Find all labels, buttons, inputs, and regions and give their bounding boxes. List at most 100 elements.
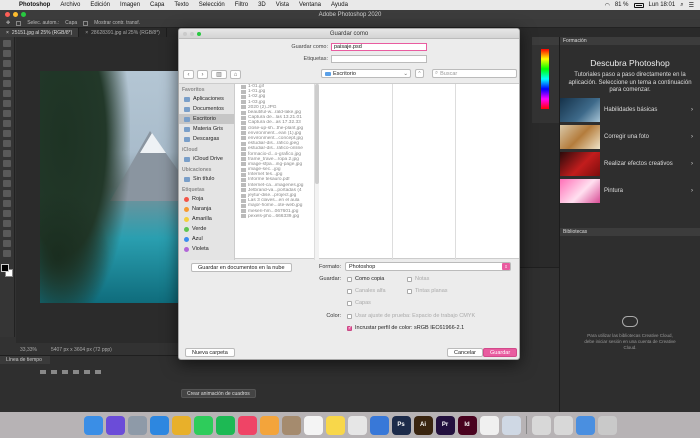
location-select[interactable]: Escritorio ⌄ [321, 69, 411, 78]
option-embed-profile[interactable]: Incrustar perfil de color: sRGB IEC61966… [347, 325, 464, 331]
sidebar-item-documentos[interactable]: Documentos [179, 104, 234, 114]
move-tool-icon[interactable]: ✥ [6, 20, 10, 26]
dock-siri-icon[interactable] [105, 415, 125, 435]
settings-icon[interactable] [95, 370, 101, 374]
cancel-button[interactable]: Cancelar [447, 348, 484, 357]
search-field[interactable]: ⌕ Buscar [432, 69, 517, 78]
close-icon[interactable]: × [6, 30, 9, 36]
hue-spectrum[interactable] [541, 49, 549, 109]
dock-safari-icon[interactable] [149, 415, 169, 435]
menu-app[interactable]: Photoshop [14, 2, 55, 8]
menu-edicion[interactable]: Edición [85, 2, 115, 8]
menu-seleccion[interactable]: Selección [194, 2, 230, 8]
save-to-cloud-button[interactable]: Guardar en documentos en la nube [191, 263, 292, 272]
create-frame-animation-button[interactable]: Crear animación de cuadros [181, 389, 256, 398]
menu-imagen[interactable]: Imagen [115, 2, 145, 8]
forward-button[interactable]: › [197, 70, 208, 79]
doc-tab-1[interactable]: × 25151.jpg al 25% (RGB/8*) [0, 28, 80, 37]
dock-textedit-icon[interactable] [479, 415, 499, 435]
sidebar-item-escritorio[interactable]: Escritorio [179, 114, 234, 124]
menu-texto[interactable]: Texto [169, 2, 193, 8]
sidebar-tag-amarilla[interactable]: Amarilla [179, 214, 234, 224]
marquee-tool-icon[interactable] [3, 50, 11, 57]
sidebar-tag-verde[interactable]: Verde [179, 224, 234, 234]
auto-select-checkbox[interactable] [16, 20, 22, 26]
checkbox[interactable] [347, 276, 352, 282]
wifi-icon[interactable]: ◠ [605, 2, 610, 9]
foreground-color-swatch[interactable] [1, 264, 9, 272]
hand-tool-icon[interactable] [3, 230, 11, 237]
dock-whatsapp-icon[interactable] [193, 415, 213, 435]
control-center-icon[interactable]: ☰ [689, 2, 694, 9]
filename-input[interactable]: paisaje.psd [331, 43, 427, 51]
lasso-tool-icon[interactable] [3, 60, 11, 67]
shape-tool-icon[interactable] [3, 220, 11, 227]
libraries-tab[interactable]: Bibliotecas [560, 228, 700, 236]
blur-tool-icon[interactable] [3, 170, 11, 177]
file-item[interactable]: pexels-pho...666339.jpg [238, 214, 314, 219]
sidebar-item-materia-gris[interactable]: Materia Gris [179, 124, 234, 134]
sidebar-item-descargas[interactable]: Descargas [179, 134, 234, 144]
learn-card-painting[interactable]: Pintura › [560, 179, 699, 203]
dock-reminders-icon[interactable] [347, 415, 367, 435]
dock-premiere-icon[interactable]: Pr [435, 415, 455, 435]
eraser-tool-icon[interactable] [3, 150, 11, 157]
move-tool-icon[interactable] [3, 40, 11, 47]
first-frame-icon[interactable] [40, 370, 46, 374]
learn-card-fix-photo[interactable]: Corregir una foto › [560, 125, 699, 149]
type-tool-icon[interactable] [3, 200, 11, 207]
gradient-tool-icon[interactable] [3, 160, 11, 167]
color-panel-header[interactable] [532, 37, 559, 45]
timeline-title[interactable]: Línea de tiempo [0, 356, 50, 364]
sidebar-tag-azul[interactable]: Azul [179, 234, 234, 244]
zoom-level[interactable]: 33,33% [20, 347, 37, 354]
sidebar-tag-violeta[interactable]: Violeta [179, 244, 234, 254]
battery-icon[interactable] [633, 2, 644, 8]
landscape-photo[interactable] [40, 71, 186, 303]
transform-controls-checkbox[interactable] [83, 20, 89, 26]
clock[interactable]: Lun 18:01 [649, 2, 676, 8]
eyedropper-tool-icon[interactable] [3, 100, 11, 107]
collapse-button[interactable]: ⌃ [415, 69, 424, 78]
dodge-tool-icon[interactable] [3, 180, 11, 187]
view-mode-button[interactable]: ▥ [211, 70, 227, 79]
crop-tool-icon[interactable] [3, 80, 11, 87]
back-button[interactable]: ‹ [183, 70, 194, 79]
menu-vista[interactable]: Vista [271, 2, 294, 8]
sidebar-tag-roja[interactable]: Roja [179, 194, 234, 204]
menu-ayuda[interactable]: Ayuda [326, 2, 353, 8]
dock-keynote-icon[interactable] [369, 415, 389, 435]
option-as-copy[interactable]: Como copia [347, 276, 384, 282]
sidebar-item-icloud-drive[interactable]: iCloud Drive [179, 154, 234, 164]
new-folder-button[interactable]: Nueva carpeta [185, 348, 235, 357]
dock-notes-icon[interactable] [325, 415, 345, 435]
frame-tool-icon[interactable] [3, 90, 11, 97]
brush-tool-icon[interactable] [3, 120, 11, 127]
spotlight-icon[interactable]: ⌕ [680, 2, 683, 9]
save-button[interactable]: Guardar [483, 348, 518, 357]
audio-icon[interactable] [84, 370, 90, 374]
tags-input[interactable] [331, 55, 427, 63]
stamp-tool-icon[interactable] [3, 130, 11, 137]
play-icon[interactable] [62, 370, 68, 374]
group-button[interactable]: ⌂ [230, 70, 241, 79]
checkbox-checked[interactable] [347, 325, 352, 331]
dock-trash-icon[interactable] [597, 415, 617, 435]
dock-finder-icon[interactable] [83, 415, 103, 435]
learn-card-creative-effects[interactable]: Realizar efectos creativos › [560, 152, 699, 176]
sidebar-tag-naranja[interactable]: Naranja [179, 204, 234, 214]
dock-photos-icon[interactable] [259, 415, 279, 435]
dock-indesign-icon[interactable]: Id [457, 415, 477, 435]
learn-card-basic-skills[interactable]: Habilidades básicas › [560, 98, 699, 122]
prev-frame-icon[interactable] [51, 370, 57, 374]
dock-spotify-icon[interactable] [215, 415, 235, 435]
menu-capa[interactable]: Capa [145, 2, 169, 8]
dock-preview-icon[interactable] [501, 415, 521, 435]
dock-illustrator-icon[interactable]: Ai [413, 415, 433, 435]
file-scrollbar[interactable] [315, 84, 319, 260]
quick-select-tool-icon[interactable] [3, 70, 11, 77]
dock-launchpad-icon[interactable] [127, 415, 147, 435]
doc-info[interactable]: 5407 px x 3604 px (72 ppp) [51, 347, 112, 354]
dock-finder-doc-1-icon[interactable] [531, 415, 551, 435]
history-brush-tool-icon[interactable] [3, 140, 11, 147]
